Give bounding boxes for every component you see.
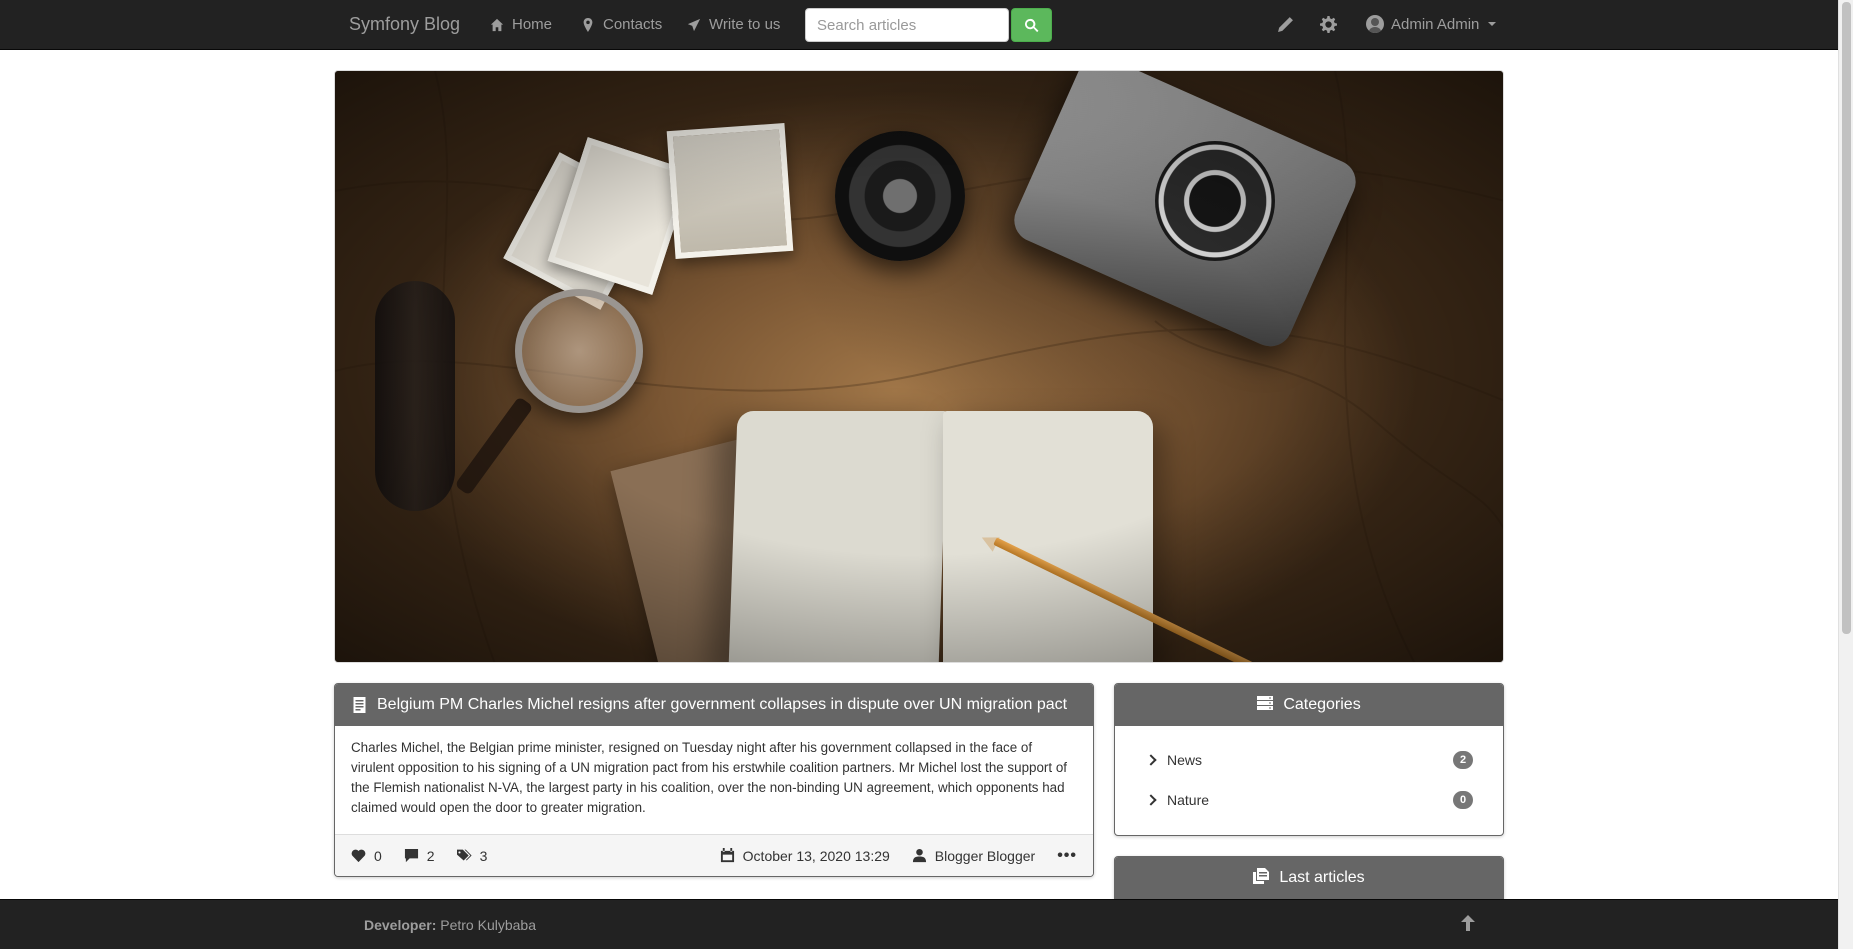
category-item-nature[interactable]: Nature 0 xyxy=(1145,780,1473,820)
heart-icon xyxy=(351,849,366,863)
comment-icon xyxy=(404,848,418,863)
search-button[interactable] xyxy=(1011,8,1052,42)
user-menu-dropdown[interactable]: Admin Admin xyxy=(1366,15,1497,33)
comments-link[interactable]: 2 xyxy=(404,848,435,864)
page-footer: Developer: Petro Kulybaba xyxy=(0,899,1838,949)
categories-panel: Categories News 2 Nature 0 xyxy=(1114,683,1504,836)
chevron-right-icon xyxy=(1145,754,1157,766)
tags-link[interactable]: 3 xyxy=(456,847,488,864)
settings-link[interactable] xyxy=(1320,16,1337,33)
categories-title: Categories xyxy=(1283,696,1361,713)
pencil-icon xyxy=(1278,17,1293,32)
server-icon xyxy=(1257,695,1274,716)
last-articles-title: Last articles xyxy=(1279,869,1365,886)
article-footer: 0 2 3 October 13, 2020 13:29 Blogger Blo… xyxy=(335,834,1093,876)
top-navbar: Symfony Blog Home Contacts Write to us A… xyxy=(0,0,1838,50)
article-excerpt: Charles Michel, the Belgian prime minist… xyxy=(351,740,1067,815)
arrow-up-icon xyxy=(1461,915,1475,931)
send-icon xyxy=(687,18,701,31)
article-heading[interactable]: Belgium PM Charles Michel resigns after … xyxy=(335,684,1093,726)
category-count-badge: 2 xyxy=(1453,751,1473,769)
more-options-button[interactable]: ••• xyxy=(1057,847,1077,865)
tags-count: 3 xyxy=(479,847,488,864)
developer-credit: Developer: Petro Kulybaba xyxy=(364,917,536,933)
vertical-scrollbar[interactable] xyxy=(1838,0,1853,949)
calendar-icon xyxy=(720,848,734,863)
last-articles-heading: Last articles xyxy=(1115,857,1503,899)
avatar xyxy=(1366,15,1384,33)
developer-label: Developer: xyxy=(364,917,437,933)
nav-home-link[interactable]: Home xyxy=(490,16,552,33)
copy-icon xyxy=(1253,867,1270,889)
tags-icon xyxy=(456,849,472,861)
article-icon xyxy=(353,697,366,713)
author-link[interactable]: Blogger Blogger xyxy=(912,848,1035,864)
search-icon xyxy=(1025,18,1039,32)
article-title[interactable]: Belgium PM Charles Michel resigns after … xyxy=(377,696,1067,714)
developer-name: Petro Kulybaba xyxy=(440,917,536,933)
caret-down-icon xyxy=(1488,22,1497,26)
chevron-right-icon xyxy=(1145,794,1157,806)
nav-contacts-link[interactable]: Contacts xyxy=(581,16,662,33)
search-input[interactable] xyxy=(805,8,1009,42)
article-date: October 13, 2020 13:29 xyxy=(720,848,890,864)
category-name: News xyxy=(1167,752,1203,768)
hero-image xyxy=(334,70,1504,663)
gear-icon xyxy=(1320,16,1337,33)
likes-count: 0 xyxy=(374,847,382,864)
nav-home-label: Home xyxy=(512,16,553,33)
nav-write-link[interactable]: Write to us xyxy=(687,16,780,33)
category-name: Nature xyxy=(1167,792,1210,808)
category-item-news[interactable]: News 2 xyxy=(1145,740,1473,780)
user-name: Admin Admin xyxy=(1391,15,1480,33)
brand-link[interactable]: Symfony Blog xyxy=(349,14,460,35)
like-button[interactable]: 0 xyxy=(351,848,382,864)
nav-contacts-label: Contacts xyxy=(603,16,663,33)
scrollbar-thumb[interactable] xyxy=(1842,2,1851,634)
map-marker-icon xyxy=(583,17,593,32)
category-list: News 2 Nature 0 xyxy=(1115,726,1503,820)
nav-write-label: Write to us xyxy=(709,16,781,33)
comments-count: 2 xyxy=(426,847,435,864)
date-text: October 13, 2020 13:29 xyxy=(742,847,890,864)
vignette xyxy=(335,71,1503,662)
author-name: Blogger Blogger xyxy=(934,847,1036,864)
categories-heading: Categories xyxy=(1115,684,1503,726)
edit-link[interactable] xyxy=(1277,16,1294,33)
home-icon xyxy=(490,18,504,31)
category-count-badge: 0 xyxy=(1453,791,1473,809)
scroll-top-button[interactable] xyxy=(1461,915,1477,933)
user-icon xyxy=(912,848,926,863)
article-card: Belgium PM Charles Michel resigns after … xyxy=(334,683,1094,877)
